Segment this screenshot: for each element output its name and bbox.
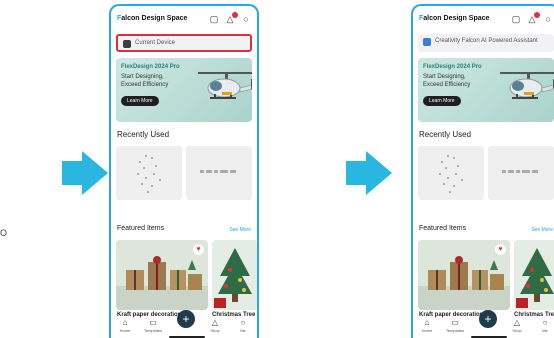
phone-screen: Falcon Design Space ▢ △ ○ Current Device… — [109, 4, 259, 338]
search-icon[interactable]: ○ — [543, 14, 553, 24]
helicopter-image — [500, 72, 554, 99]
notification-badge — [232, 12, 238, 18]
shop-icon: △ — [513, 318, 521, 327]
banner-line2: Exceed Efficiency — [121, 82, 169, 88]
create-plus-button[interactable]: + — [479, 310, 497, 328]
scan-icon[interactable]: ▢ — [511, 14, 521, 24]
search-text: Current Device — [135, 40, 176, 46]
banner-line2: Exceed Efficiency — [423, 82, 471, 88]
app-title: Falcon Design Space — [419, 15, 490, 22]
search-bar[interactable]: Creativity Falcon AI Powered Assistant — [418, 34, 554, 52]
top-bar: Falcon Design Space ▢ △ ○ — [419, 12, 553, 28]
bottom-nav: ⌂ Home ▭ Templates + △ Shop ○ Me — [111, 310, 257, 338]
stray-label: O — [0, 228, 8, 238]
device-icon — [123, 40, 131, 48]
recently-used-title: Recently Used — [117, 130, 170, 139]
text-thumbnail — [200, 170, 236, 173]
favorite-heart-icon[interactable]: ♥ — [495, 244, 506, 255]
bottom-nav: ⌂ Home ▭ Templates + △ Shop ○ Me — [413, 310, 554, 338]
nav-me[interactable]: ○ Me — [231, 318, 255, 333]
search-text: Creativity Falcon AI Powered Assistant — [435, 38, 538, 44]
nav-templates[interactable]: ▭ Templates — [443, 318, 467, 333]
phone-screen: Falcon Design Space ▢ △ ○ Creativity Fal… — [411, 4, 554, 338]
profile-icon: ○ — [240, 318, 246, 327]
search-icon[interactable]: ○ — [241, 14, 251, 24]
favorite-heart-icon[interactable]: ♥ — [193, 244, 204, 255]
recent-item[interactable] — [116, 146, 182, 200]
nav-home[interactable]: ⌂ Home — [113, 318, 137, 333]
recent-item[interactable] — [418, 146, 484, 200]
nav-home[interactable]: ⌂ Home — [415, 318, 439, 333]
featured-card[interactable] — [514, 240, 554, 310]
home-icon: ⌂ — [122, 318, 128, 327]
notification-badge — [534, 12, 540, 18]
device-icon — [423, 38, 431, 46]
banner-learn-more-button[interactable]: Learn More — [423, 96, 461, 106]
recent-item[interactable] — [488, 146, 554, 200]
nav-me[interactable]: ○ Me — [533, 318, 554, 333]
banner-title: FlexDesign 2024 Pro — [423, 64, 482, 70]
sketch-thumbnail — [137, 155, 161, 193]
banner-line1: Start Designing, — [423, 74, 466, 80]
recent-item[interactable] — [186, 146, 252, 200]
nav-templates[interactable]: ▭ Templates — [141, 318, 165, 333]
christmas-tree-image — [514, 240, 554, 310]
top-bar: Falcon Design Space ▢ △ ○ — [117, 12, 251, 28]
search-bar[interactable]: Current Device — [116, 34, 252, 52]
featured-card[interactable]: ♥ — [116, 240, 208, 310]
templates-icon: ▭ — [149, 318, 157, 327]
christmas-tree-image — [212, 240, 257, 310]
nav-shop[interactable]: △ Shop — [505, 318, 529, 333]
see-more-link[interactable]: See More — [531, 227, 553, 233]
notification-bell-icon[interactable]: △ — [225, 12, 238, 24]
featured-items-title: Featured Items — [419, 225, 467, 232]
banner-learn-more-button[interactable]: Learn More — [121, 96, 159, 106]
profile-icon: ○ — [542, 318, 548, 327]
home-icon: ⌂ — [424, 318, 430, 327]
featured-card[interactable]: ♥ — [418, 240, 510, 310]
promo-banner[interactable]: FlexDesign 2024 Pro Start Designing, Exc… — [418, 58, 554, 122]
nav-shop[interactable]: △ Shop — [203, 318, 227, 333]
banner-line1: Start Designing, — [121, 74, 164, 80]
see-more-link[interactable]: See More — [229, 227, 251, 233]
recently-used-title: Recently Used — [419, 130, 472, 139]
create-plus-button[interactable]: + — [177, 310, 195, 328]
text-thumbnail — [502, 170, 538, 173]
featured-card[interactable] — [212, 240, 257, 310]
notification-bell-icon[interactable]: △ — [527, 12, 540, 24]
featured-items-title: Featured Items — [117, 225, 165, 232]
templates-icon: ▭ — [451, 318, 459, 327]
helicopter-image — [198, 72, 252, 99]
scan-icon[interactable]: ▢ — [209, 14, 219, 24]
shop-icon: △ — [211, 318, 219, 327]
banner-title: FlexDesign 2024 Pro — [121, 64, 180, 70]
sketch-thumbnail — [439, 155, 463, 193]
promo-banner[interactable]: FlexDesign 2024 Pro Start Designing, Exc… — [116, 58, 252, 122]
app-title: Falcon Design Space — [117, 15, 188, 22]
